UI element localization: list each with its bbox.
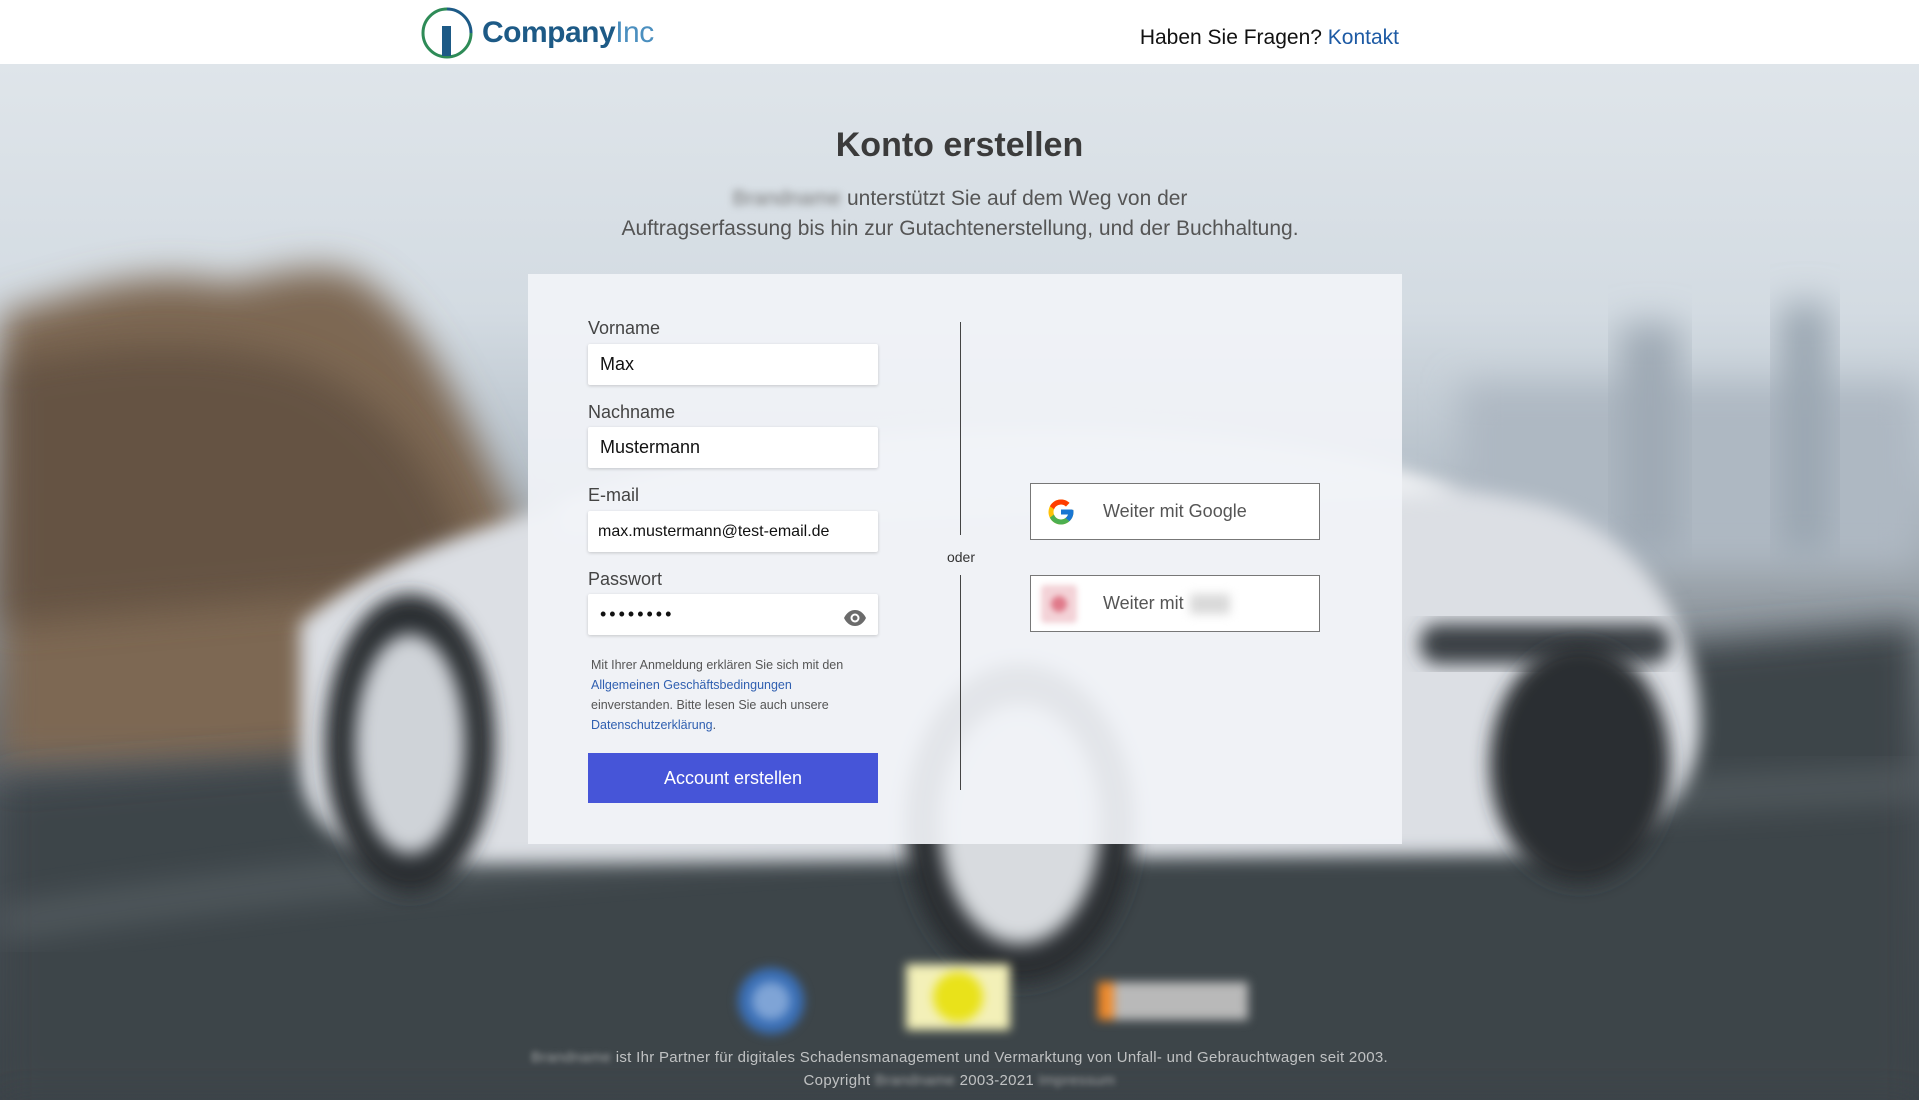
google-login-button[interactable]: Weiter mit Google: [1030, 483, 1320, 540]
logo-inc-text: Inc: [615, 16, 654, 49]
terms-end: .: [712, 718, 717, 732]
terms-link[interactable]: Allgemeinen Geschäftsbedingungen: [591, 678, 792, 692]
firstname-label: Vorname: [588, 318, 661, 338]
terms-notice: Mit Ihrer Anmeldung erklären Sie sich mi…: [591, 655, 881, 735]
imprint-link-blurred[interactable]: Impressum: [1039, 1072, 1116, 1089]
partner-logo-1: [738, 968, 804, 1034]
privacy-link[interactable]: Datenschutzerklärung: [591, 718, 713, 732]
blurred-brand-name: Brandname: [732, 187, 842, 210]
copyright-prefix: Copyright: [803, 1072, 871, 1089]
other-login-button[interactable]: Weiter mit: [1030, 575, 1320, 632]
firstname-input[interactable]: [588, 344, 878, 385]
logo-mark-icon: [421, 7, 473, 59]
help-text: Haben Sie Fragen? Kontakt: [1140, 26, 1399, 50]
help-question: Haben Sie Fragen?: [1139, 26, 1322, 49]
blurred-provider-icon: [1041, 584, 1077, 623]
subtitle-line1: unterstützt Sie auf dem Weg von der: [846, 187, 1188, 210]
logo-wordmark: CompanyInc: [482, 16, 654, 50]
footer-brand-blurred: Brandname: [531, 1049, 612, 1066]
subtitle-line2: Auftragserfassung bis hin zur Gutachtene…: [621, 217, 1299, 240]
footer-copyright: Copyright Brandname 2003-2021 Impressum: [0, 1072, 1919, 1089]
email-input[interactable]: [588, 511, 878, 552]
google-login-label: Weiter mit Google: [1103, 501, 1247, 521]
email-label: E-mail: [588, 485, 640, 505]
top-header: CompanyInc Haben Sie Fragen? Kontakt: [0, 0, 1919, 64]
password-label: Passwort: [588, 569, 663, 589]
copyright-brand-blurred: Brandname: [874, 1072, 956, 1089]
page-subtitle: Brandname unterstützt Sie auf dem Weg vo…: [560, 184, 1360, 244]
partner-logos: [0, 964, 1919, 1038]
footer-tagline-text: ist Ihr Partner für digitales Schadensma…: [615, 1049, 1388, 1066]
google-icon: [1045, 496, 1077, 528]
divider-bottom: [960, 575, 961, 790]
terms-prefix: Mit Ihrer Anmeldung erklären Sie sich mi…: [591, 658, 844, 672]
copyright-years: 2003-2021: [959, 1072, 1035, 1089]
partner-logo-3: [1098, 982, 1248, 1020]
lastname-label: Nachname: [588, 402, 676, 422]
terms-middle: einverstanden. Bitte lesen Sie auch unse…: [591, 698, 829, 712]
show-password-eye-icon[interactable]: [843, 606, 867, 630]
other-login-label: Weiter mit: [1103, 593, 1184, 613]
lastname-input[interactable]: [588, 427, 878, 468]
password-input[interactable]: [588, 594, 878, 635]
signup-card: Vorname Nachname E-mail Passwort Mit Ihr…: [528, 274, 1402, 844]
create-account-button[interactable]: Account erstellen: [588, 753, 878, 803]
company-logo[interactable]: CompanyInc: [420, 6, 654, 60]
blurred-provider-name: [1189, 593, 1230, 614]
contact-link[interactable]: Kontakt: [1328, 26, 1399, 49]
page-title: Konto erstellen: [835, 126, 1084, 164]
footer-tagline: Brandname ist Ihr Partner für digitales …: [0, 1049, 1919, 1066]
divider-oder-text: oder: [946, 549, 976, 565]
divider-top: [960, 322, 961, 535]
logo-company-text: Company: [482, 16, 616, 49]
partner-logo-2: [906, 964, 1010, 1030]
